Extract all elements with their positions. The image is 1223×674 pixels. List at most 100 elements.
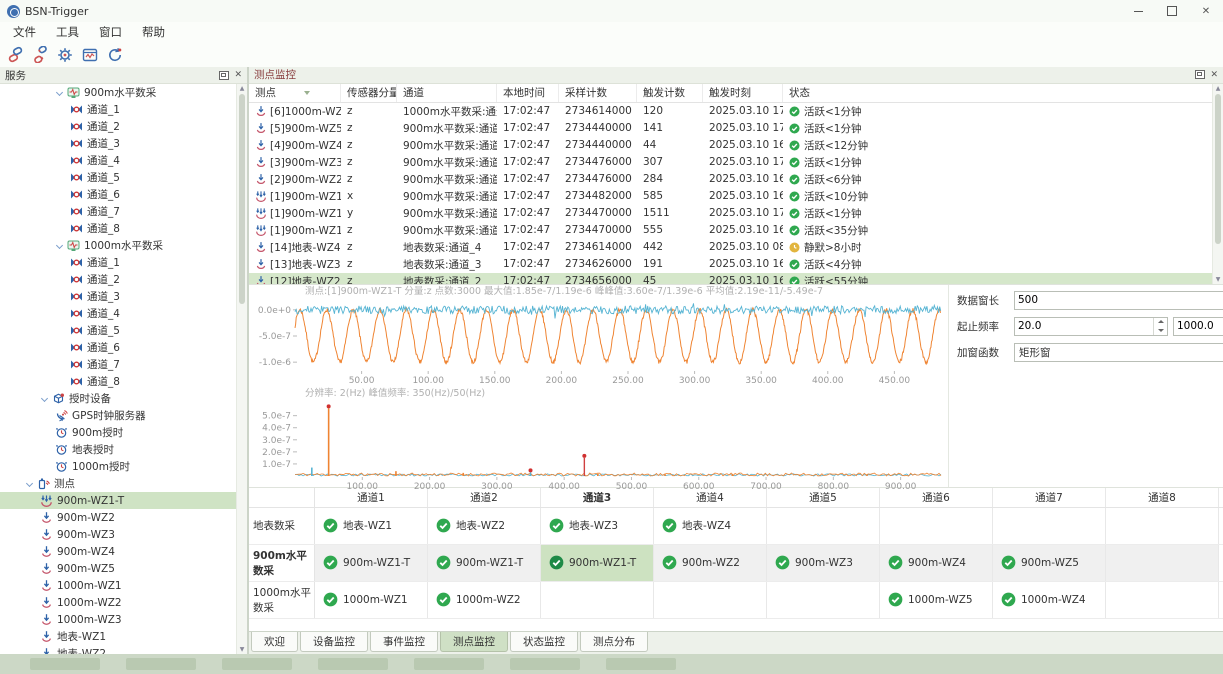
grid-cell-2-6[interactable]: 1000m-WZ4 [993,582,1106,618]
grid-cell-0-4[interactable] [767,508,880,544]
tree-item-4[interactable]: 通道_4 [0,152,247,169]
tree-item-31[interactable]: 1000m-WZ3 [0,611,247,628]
scroll-down-icon[interactable]: ▼ [237,645,247,654]
tree-item-2[interactable]: 通道_2 [0,118,247,135]
tab-status-monitor[interactable]: 状态监控 [510,632,578,652]
tree-item-5[interactable]: 通道_5 [0,169,247,186]
tree-item-33[interactable]: 地表-WZ2 [0,645,247,654]
close-panel-icon[interactable]: ✕ [1210,71,1218,79]
grid-cell-0-3[interactable]: 地表-WZ4 [654,508,767,544]
chevron-expanded-icon[interactable] [55,88,65,98]
menu-item-3[interactable]: 帮助 [132,22,175,42]
grid-cell-1-0[interactable]: 900m-WZ1-T [315,545,428,581]
minimize-button[interactable] [1121,0,1155,22]
tree-item-10[interactable]: 通道_1 [0,254,247,271]
grid-cell-1-3[interactable]: 900m-WZ2 [654,545,767,581]
tree-item-1[interactable]: 通道_1 [0,101,247,118]
grid-cell-0-0[interactable]: 地表-WZ1 [315,508,428,544]
grid-cell-1-2[interactable]: 900m-WZ1-T [541,545,654,581]
grid-cell-0-7[interactable] [1106,508,1219,544]
column-header-0[interactable]: 测点 [249,84,341,102]
grid-cell-1-1[interactable]: 900m-WZ1-T [428,545,541,581]
tree-item-7[interactable]: 通道_7 [0,203,247,220]
table-row-7[interactable]: [1]900m-WZ1-Tz900m水平数采:通道_317:02:4727344… [249,222,1213,239]
menu-item-1[interactable]: 工具 [46,22,89,42]
chevron-expanded-icon[interactable] [40,394,50,404]
scroll-thumb[interactable] [239,94,245,304]
tab-point-monitor[interactable]: 测点监控 [440,632,508,652]
freq-from-stepper[interactable] [1014,317,1168,336]
table-row-0[interactable]: [6]1000m-WZ1z1000m水平数采:通道_117:02:4727346… [249,103,1213,120]
tree-item-11[interactable]: 通道_2 [0,271,247,288]
maximize-button[interactable] [1155,0,1189,22]
tab-device-monitor[interactable]: 设备监控 [300,632,368,652]
tree-item-16[interactable]: 通道_7 [0,356,247,373]
column-header-5[interactable]: 触发计数 [637,84,703,102]
grid-cell-2-5[interactable]: 1000m-WZ5 [880,582,993,618]
table-row-9[interactable]: [13]地表-WZ3z地表数采:通道_317:02:47273462600019… [249,256,1213,273]
column-header-6[interactable]: 触发时刻 [703,84,783,102]
window-length-input[interactable] [1015,292,1223,309]
spectrum-chart[interactable]: 5.0e-74.0e-73.0e-72.0e-71.0e-7100.00200.… [249,400,948,491]
tree-item-19[interactable]: GPS时钟服务器 [0,407,247,424]
scroll-thumb[interactable] [1215,94,1221,244]
scroll-down-icon[interactable]: ▼ [1213,275,1223,284]
scroll-up-icon[interactable]: ▲ [1213,84,1223,93]
tree-item-18[interactable]: 授时设备 [0,390,247,407]
float-panel-icon[interactable] [1195,70,1205,79]
grid-cell-2-3[interactable] [654,582,767,618]
grid-cell-1-5[interactable]: 900m-WZ4 [880,545,993,581]
freq-from-input[interactable] [1015,318,1153,335]
waveform-chart[interactable]: 0.0e+0-5.0e-7-1.0e-650.00100.00150.00200… [249,298,948,383]
column-header-1[interactable]: 传感器分量 [341,84,397,102]
grid-cell-1-6[interactable]: 900m-WZ5 [993,545,1106,581]
disconnect-icon[interactable] [31,46,49,64]
grid-cell-2-7[interactable] [1106,582,1219,618]
grid-cell-0-2[interactable]: 地表-WZ3 [541,508,654,544]
tree-item-13[interactable]: 通道_4 [0,305,247,322]
tree-item-14[interactable]: 通道_5 [0,322,247,339]
table-row-1[interactable]: [5]900m-WZ5z900m水平数采:通道_717:02:472734440… [249,120,1213,137]
column-header-7[interactable]: 状态 [783,84,1213,102]
freq-to-stepper[interactable] [1173,317,1223,336]
grid-cell-1-4[interactable]: 900m-WZ3 [767,545,880,581]
tree-item-27[interactable]: 900m-WZ4 [0,543,247,560]
monitor-window-icon[interactable] [81,46,99,64]
menu-item-2[interactable]: 窗口 [89,22,132,42]
chevron-expanded-icon[interactable] [55,241,65,251]
tree-item-28[interactable]: 900m-WZ5 [0,560,247,577]
float-panel-icon[interactable] [219,71,229,80]
chevron-expanded-icon[interactable] [25,479,35,489]
scroll-up-icon[interactable]: ▲ [237,84,247,93]
connect-icon[interactable] [6,46,24,64]
table-row-8[interactable]: [14]地表-WZ4z地表数采:通道_417:02:47273461400044… [249,239,1213,256]
tree-item-24[interactable]: 900m-WZ1-T [0,492,247,509]
grid-cell-1-7[interactable] [1106,545,1219,581]
close-button[interactable]: ✕ [1189,0,1223,22]
tree-scrollbar[interactable]: ▲ ▼ [236,84,247,654]
column-header-2[interactable]: 通道 [397,84,497,102]
close-panel-icon[interactable]: ✕ [234,71,242,79]
grid-cell-2-0[interactable]: 1000m-WZ1 [315,582,428,618]
tab-welcome[interactable]: 欢迎 [251,632,298,652]
table-row-4[interactable]: [2]900m-WZ2z900m水平数采:通道_417:02:472734476… [249,171,1213,188]
table-row-3[interactable]: [3]900m-WZ3z900m水平数采:通道_517:02:472734476… [249,154,1213,171]
grid-cell-2-4[interactable] [767,582,880,618]
window-func-dropdown[interactable]: 矩形窗 [1014,343,1223,362]
tree-item-30[interactable]: 1000m-WZ2 [0,594,247,611]
tree-item-23[interactable]: 测点 [0,475,247,492]
table-row-5[interactable]: [1]900m-WZ1-Tx900m水平数采:通道_117:02:4727344… [249,188,1213,205]
tree-item-20[interactable]: 900m授时 [0,424,247,441]
tree-item-0[interactable]: 900m水平数采 [0,84,247,101]
tree-item-9[interactable]: 1000m水平数采 [0,237,247,254]
tree-item-29[interactable]: 1000m-WZ1 [0,577,247,594]
tree-item-8[interactable]: 通道_8 [0,220,247,237]
grid-cell-0-6[interactable] [993,508,1106,544]
tree-item-6[interactable]: 通道_6 [0,186,247,203]
tree-item-21[interactable]: 地表授时 [0,441,247,458]
tree-item-26[interactable]: 900m-WZ3 [0,526,247,543]
tree-item-22[interactable]: 1000m授时 [0,458,247,475]
window-length-stepper[interactable] [1014,291,1223,310]
column-header-4[interactable]: 采样计数 [559,84,637,102]
freq-to-input[interactable] [1174,318,1223,335]
